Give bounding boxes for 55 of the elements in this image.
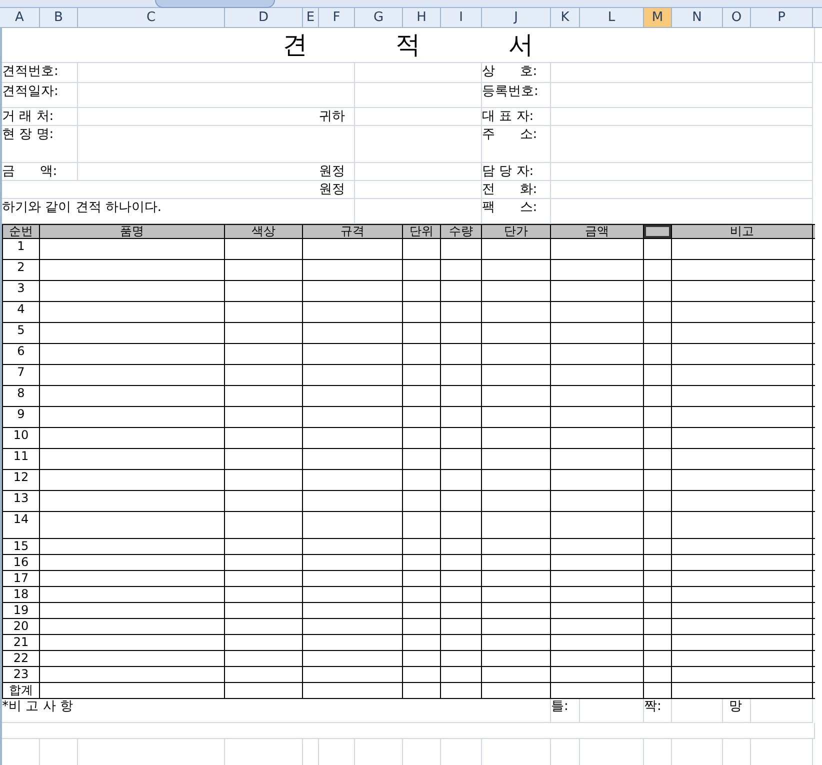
frame-label: 틀:: [551, 699, 568, 714]
row-number: 11: [3, 449, 40, 469]
row-number: 10: [3, 428, 40, 448]
form-label: 담 당 자:: [482, 164, 534, 179]
row-number: 22: [3, 651, 40, 666]
form-label: 전 화:: [482, 182, 538, 197]
table-header-cell: 비고: [672, 225, 813, 238]
row-number: 23: [3, 667, 40, 682]
row-number: 7: [3, 365, 40, 385]
row-number: 16: [3, 555, 40, 570]
row-number: 9: [3, 407, 40, 427]
form-suffix: 원정: [319, 164, 345, 179]
row-number: 17: [3, 571, 40, 586]
row-number: 5: [3, 323, 40, 343]
row-number: 6: [3, 344, 40, 364]
table-header-cell: 규격: [303, 225, 403, 238]
table-header-cell: 품명: [40, 225, 225, 238]
row-number: 12: [3, 470, 40, 490]
form-label: 현 장 명:: [2, 127, 54, 142]
row-number: 8: [3, 386, 40, 406]
remarks-label: *비 고 사 항: [2, 699, 73, 714]
form-suffix: 귀하: [319, 109, 345, 124]
row-number: 19: [3, 603, 40, 618]
form-label: 팩 스:: [482, 200, 538, 215]
row-number: 4: [3, 302, 40, 322]
table-header-cell: 단가: [482, 225, 551, 238]
net-label: 망: [728, 699, 742, 714]
row-number: 2: [3, 260, 40, 280]
form-label: 견적일자:: [2, 84, 58, 99]
table-header-cell: 수량: [441, 225, 482, 238]
pair-label: 짝:: [644, 699, 662, 714]
table-header-cell: 색상: [225, 225, 303, 238]
form-label: 대 표 자:: [482, 109, 534, 124]
form-label: 주 소:: [482, 127, 538, 142]
row-number: 15: [3, 539, 40, 554]
column-header[interactable]: M: [644, 8, 672, 27]
form-suffix: 원정: [319, 182, 345, 197]
row-number: 3: [3, 281, 40, 301]
table-header-cell: 단위: [403, 225, 441, 238]
total-label: 합계: [3, 683, 40, 698]
row-number: 21: [3, 635, 40, 650]
row-number: 14: [3, 512, 40, 538]
row-number: 20: [3, 619, 40, 634]
row-number: 18: [3, 587, 40, 602]
row-number: 1: [3, 239, 40, 259]
row-number: 13: [3, 491, 40, 511]
form-label: 금 액:: [2, 164, 58, 179]
table-header-cell: 금액: [551, 225, 644, 238]
table-header-cell: 순번: [3, 225, 40, 238]
form-label: 견적번호:: [2, 64, 58, 79]
form-label: 거 래 처:: [2, 109, 54, 124]
form-label: 등록번호:: [482, 84, 538, 99]
document-title: 견 적 서: [282, 29, 534, 62]
form-label: 상 호:: [482, 64, 538, 79]
form-note: 하기와 같이 견적 하나이다.: [2, 200, 162, 215]
